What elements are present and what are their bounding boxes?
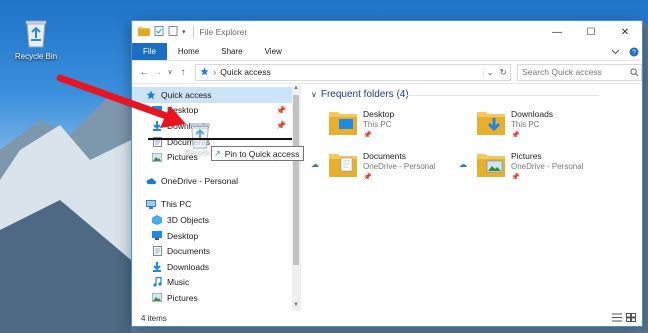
annotation-arrow-icon <box>56 74 186 128</box>
